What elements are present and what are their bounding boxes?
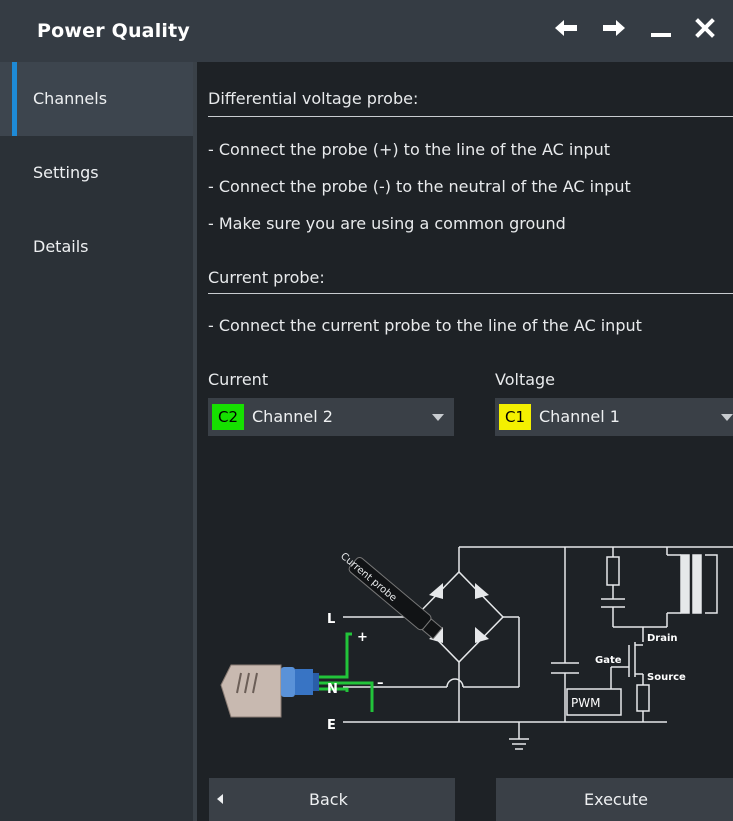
current-probe-label: Current probe	[338, 551, 398, 604]
minus-terminal-label: –	[377, 676, 384, 691]
sidebar-item-details[interactable]: Details	[0, 210, 193, 284]
back-button[interactable]: Back	[209, 778, 455, 821]
chevron-down-icon	[721, 414, 733, 421]
instruction-line: - Connect the probe (+) to the line of t…	[208, 140, 611, 159]
sidebar-item-channels[interactable]: Channels	[0, 62, 193, 136]
sidebar-item-label: Details	[33, 237, 89, 256]
current-probe-heading: Current probe:	[208, 268, 325, 287]
execute-button-label: Execute	[584, 790, 648, 809]
instruction-line: - Connect the current probe to the line …	[208, 316, 642, 335]
voltage-probe-heading: Differential voltage probe:	[208, 89, 419, 108]
voltage-channel-select[interactable]: C1 Channel 1	[495, 398, 733, 436]
channel-badge-c2: C2	[212, 404, 245, 430]
power-quality-dialog: Power Quality Channels Settings Details	[0, 0, 733, 821]
pwm-label: PWM	[571, 696, 600, 710]
chevron-down-icon	[432, 414, 444, 421]
titlebar: Power Quality	[0, 0, 733, 62]
current-channel-select[interactable]: C2 Channel 2	[208, 398, 454, 436]
select-value: Channel 1	[539, 407, 620, 426]
channel-badge-c1: C1	[499, 404, 532, 430]
source-label: Source	[647, 672, 686, 683]
instruction-line: - Make sure you are using a common groun…	[208, 214, 566, 233]
terminal-n-label: N	[327, 682, 338, 697]
heading-underline	[208, 293, 733, 294]
caret-left-icon	[217, 794, 223, 804]
terminal-l-label: L	[327, 612, 335, 627]
back-button-label: Back	[309, 790, 348, 809]
minimize-icon[interactable]	[649, 18, 673, 38]
instruction-line: - Connect the probe (-) to the neutral o…	[208, 177, 631, 196]
channels-panel: Differential voltage probe: - Connect th…	[197, 62, 733, 821]
sidebar-item-label: Settings	[33, 163, 99, 182]
connection-diagram: Current probe L N E + – Gate Drain Sourc…	[220, 546, 733, 750]
current-select-label: Current	[208, 370, 269, 389]
terminal-e-label: E	[327, 718, 336, 733]
execute-button[interactable]: Execute	[496, 778, 733, 821]
heading-underline	[208, 116, 733, 117]
dialog-title: Power Quality	[37, 20, 190, 42]
select-value: Channel 2	[252, 407, 333, 426]
forward-arrow-icon[interactable]	[601, 18, 627, 38]
drain-label: Drain	[647, 633, 678, 644]
sidebar-item-label: Channels	[33, 89, 108, 108]
sidebar-item-settings[interactable]: Settings	[0, 136, 193, 210]
plus-terminal-label: +	[357, 630, 368, 645]
close-icon[interactable]	[695, 18, 715, 38]
gate-label: Gate	[595, 655, 622, 666]
voltage-select-label: Voltage	[495, 370, 556, 389]
sidebar: Channels Settings Details	[0, 62, 193, 821]
back-arrow-icon[interactable]	[553, 18, 579, 38]
